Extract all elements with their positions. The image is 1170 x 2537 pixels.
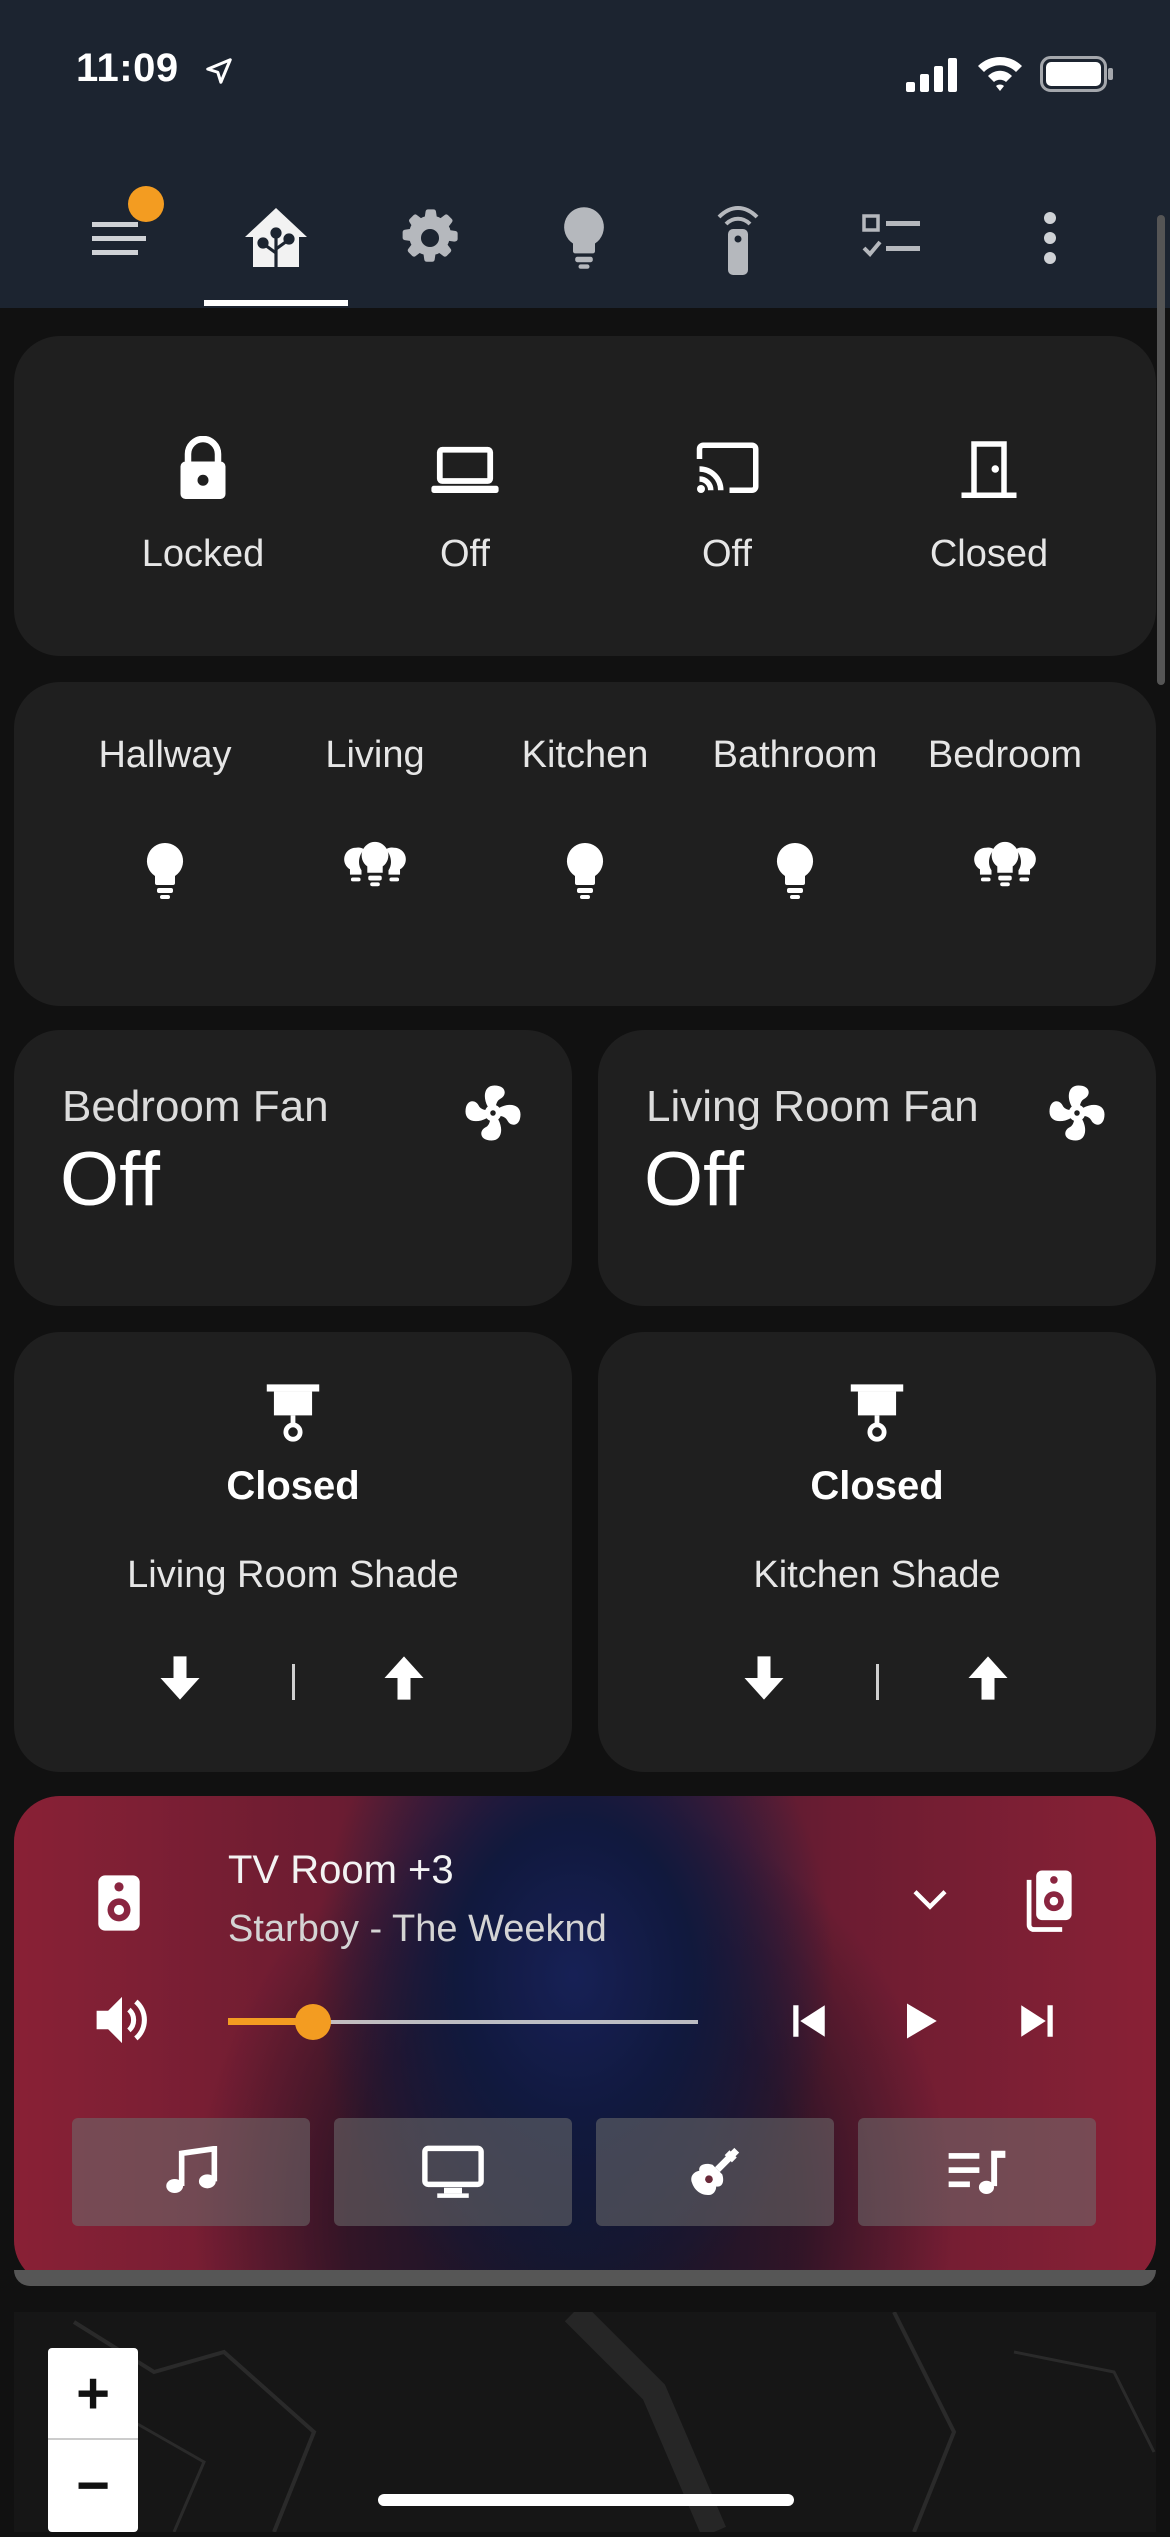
kitchen-shade-card: Closed Kitchen Shade <box>598 1332 1156 1772</box>
status-bar: 11:09 <box>0 0 1170 150</box>
shade-icon <box>850 1384 904 1442</box>
glance-cast-label: Off <box>702 533 752 575</box>
top-toolbar <box>0 150 1170 308</box>
battery-icon <box>1040 56 1113 92</box>
glance-lock[interactable]: Locked <box>72 435 334 576</box>
lightbulb-icon <box>564 207 604 269</box>
shade-state: Closed <box>226 1464 360 1508</box>
speaker-icon[interactable] <box>96 1872 142 1934</box>
light-hallway-label: Hallway <box>98 734 232 776</box>
fan-state: Off <box>60 1137 160 1222</box>
fan-name: Bedroom Fan <box>62 1082 329 1131</box>
source-guitar-button[interactable] <box>596 2118 834 2226</box>
source-tv-button[interactable] <box>334 2118 572 2226</box>
zoom-out-button[interactable]: − <box>48 2440 138 2530</box>
living-room-shade-card: Closed Living Room Shade <box>14 1332 572 1772</box>
laptop-icon <box>431 446 499 493</box>
shade-state: Closed <box>810 1464 944 1508</box>
music-note-icon <box>166 2146 218 2193</box>
media-player-card: TV Room +3 Starboy - The Weeknd <box>14 1796 1156 2286</box>
glance-door-label: Closed <box>929 533 1049 575</box>
zoom-in-button[interactable]: + <box>48 2348 138 2438</box>
fan-icon <box>465 1085 521 1141</box>
more-options-button[interactable] <box>1010 198 1090 278</box>
glance-laptop-label: Off <box>440 533 490 575</box>
tab-checklist[interactable] <box>852 198 932 278</box>
skip-previous-icon[interactable] <box>788 2000 830 2042</box>
light-bathroom-toggle[interactable] <box>690 840 900 902</box>
home-assistant-icon <box>245 208 307 267</box>
shade-name: Kitchen Shade <box>753 1554 1001 1596</box>
source-music-button[interactable] <box>72 2118 310 2226</box>
shade-name: Living Room Shade <box>127 1554 459 1596</box>
light-kitchen-label: Kitchen <box>521 734 649 776</box>
tab-remote[interactable] <box>698 198 778 278</box>
monitor-icon <box>422 2145 484 2198</box>
light-living-label: Living <box>325 734 425 776</box>
media-title: TV Room +3 <box>228 1848 454 1892</box>
light-bathroom-label: Bathroom <box>712 734 878 776</box>
notification-badge <box>128 186 164 222</box>
lock-icon <box>180 435 226 499</box>
skip-next-icon[interactable] <box>1016 2000 1058 2042</box>
volume-icon[interactable] <box>92 1992 152 2048</box>
map-zoom-control: + − <box>48 2348 138 2532</box>
glance-laptop[interactable]: Off <box>334 436 596 576</box>
shade-icon <box>266 1384 320 1442</box>
tab-home[interactable] <box>236 198 316 278</box>
living-room-fan-card[interactable]: Living Room Fan Off <box>598 1030 1156 1306</box>
media-subtitle: Starboy - The Weeknd <box>228 1908 607 1950</box>
playlist-music-icon <box>948 2150 1006 2194</box>
light-hallway-toggle[interactable] <box>60 840 270 902</box>
arrow-up-icon[interactable] <box>378 1652 430 1704</box>
fan-state: Off <box>644 1137 744 1222</box>
wifi-icon <box>978 57 1022 91</box>
lightbulb-icon <box>776 842 814 899</box>
active-tab-indicator <box>204 300 348 306</box>
remote-icon <box>717 206 759 275</box>
progress-handle[interactable] <box>295 2004 331 2040</box>
lightbulb-icon <box>566 842 604 899</box>
glance-lock-label: Locked <box>141 533 265 575</box>
shade-icon-wrap <box>598 1382 1156 1444</box>
tab-settings[interactable] <box>390 198 470 278</box>
more-vertical-icon <box>1044 212 1056 264</box>
light-living-toggle[interactable] <box>270 840 480 892</box>
door-icon <box>961 441 1017 498</box>
light-bedroom-toggle[interactable] <box>900 840 1110 892</box>
arrow-down-icon[interactable] <box>154 1652 206 1704</box>
status-time: 11:09 <box>76 46 179 90</box>
source-playlist-button[interactable] <box>858 2118 1096 2226</box>
glance-cast[interactable]: Off <box>596 436 858 576</box>
glance-door[interactable]: Closed <box>858 436 1120 576</box>
bedroom-fan-card[interactable]: Bedroom Fan Off <box>14 1030 572 1306</box>
speaker-group-icon[interactable] <box>1022 1868 1074 1932</box>
shade-icon-wrap <box>14 1382 572 1444</box>
cellular-signal-icon <box>906 58 957 92</box>
arrow-down-icon[interactable] <box>738 1652 790 1704</box>
tab-lights[interactable] <box>544 198 624 278</box>
cast-icon <box>696 442 759 493</box>
light-bedroom-label: Bedroom <box>927 734 1083 776</box>
gear-icon <box>402 209 458 262</box>
media-progress-bar <box>14 2270 1156 2286</box>
play-icon[interactable] <box>900 2000 942 2042</box>
fan-icon <box>1049 1085 1105 1141</box>
arrow-up-icon[interactable] <box>962 1652 1014 1704</box>
lightbulb-group-icon <box>344 841 406 887</box>
light-kitchen-toggle[interactable] <box>480 840 690 902</box>
lightbulb-icon <box>146 842 184 899</box>
scrollbar[interactable] <box>1157 215 1165 685</box>
divider <box>292 1664 295 1700</box>
home-indicator[interactable] <box>378 2494 794 2506</box>
location-arrow-icon <box>206 58 232 84</box>
divider <box>876 1664 879 1700</box>
lights-card: Hallway Living Kitchen Bathroom Bedroom <box>14 682 1156 1006</box>
chevron-down-icon[interactable] <box>910 1886 950 1914</box>
lightbulb-group-icon <box>974 841 1036 887</box>
glance-card: Locked Off Off Closed <box>14 336 1156 656</box>
checklist-icon <box>862 214 920 257</box>
fan-name: Living Room Fan <box>646 1082 979 1131</box>
guitar-icon <box>691 2147 740 2196</box>
